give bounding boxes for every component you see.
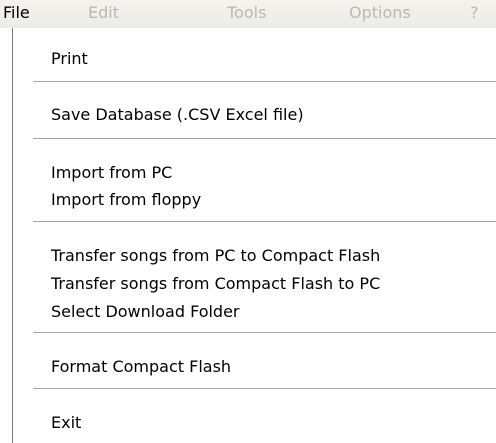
exit-menu-item[interactable]: Exit bbox=[51, 412, 81, 434]
menu-separator bbox=[33, 388, 496, 390]
menu-tools[interactable]: Tools bbox=[227, 3, 266, 23]
menu-edit[interactable]: Edit bbox=[88, 3, 119, 23]
menu-separator bbox=[33, 81, 496, 83]
format-cf-menu-item[interactable]: Format Compact Flash bbox=[51, 356, 231, 378]
menu-help[interactable]: ? bbox=[470, 3, 479, 23]
import-from-pc-menu-item[interactable]: Import from PC bbox=[51, 162, 172, 184]
file-dropdown-menu: Print Save Database (.CSV Excel file) Im… bbox=[12, 28, 496, 443]
menu-separator bbox=[33, 221, 496, 223]
menu-separator bbox=[33, 138, 496, 140]
import-from-floppy-menu-item[interactable]: Import from floppy bbox=[51, 189, 201, 211]
select-download-folder-menu-item[interactable]: Select Download Folder bbox=[51, 301, 240, 323]
menu-options[interactable]: Options bbox=[349, 3, 411, 23]
transfer-cf-to-pc-menu-item[interactable]: Transfer songs from Compact Flash to PC bbox=[51, 273, 380, 295]
print-menu-item[interactable]: Print bbox=[51, 48, 88, 70]
menu-file[interactable]: File bbox=[3, 3, 30, 23]
menu-bar: File Edit Tools Options ? bbox=[0, 0, 496, 28]
menu-separator bbox=[33, 332, 496, 334]
transfer-pc-to-cf-menu-item[interactable]: Transfer songs from PC to Compact Flash bbox=[51, 245, 380, 267]
save-database-menu-item[interactable]: Save Database (.CSV Excel file) bbox=[51, 104, 304, 126]
